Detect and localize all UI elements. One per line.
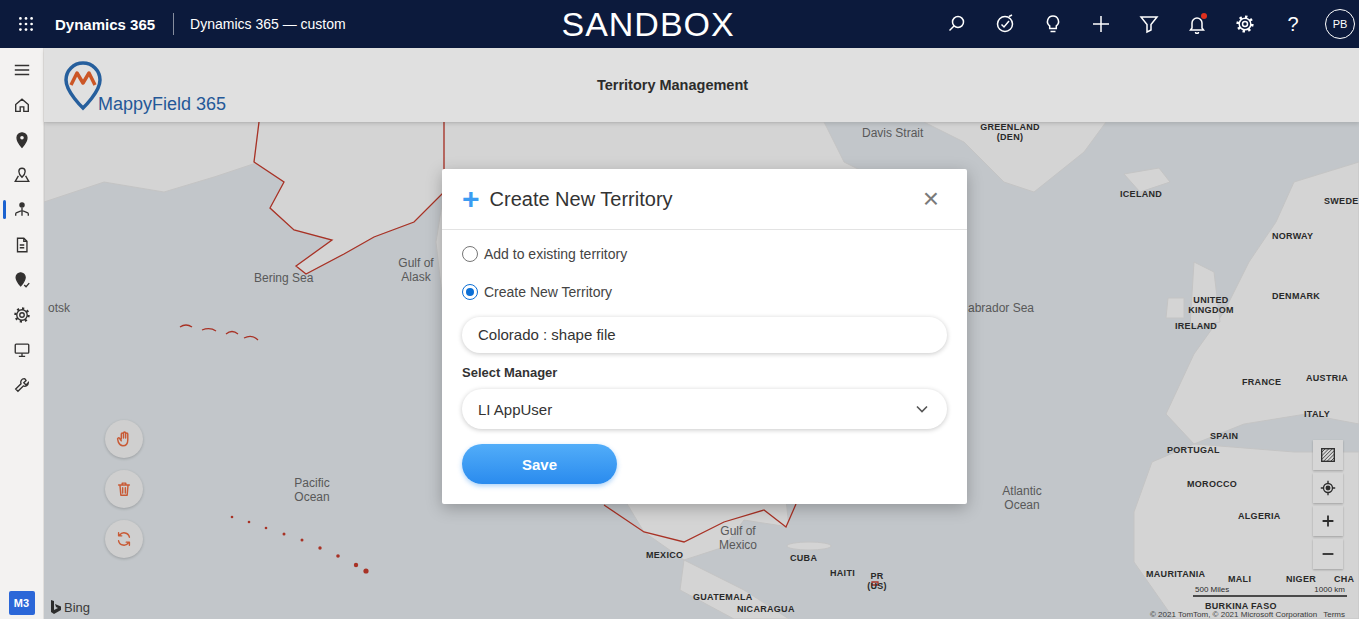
divider: [173, 13, 174, 35]
menu-icon: [13, 61, 31, 79]
environment-badge[interactable]: M3: [9, 591, 35, 615]
territory-name-input[interactable]: [462, 317, 947, 353]
idea-icon: [1043, 14, 1063, 34]
sidebar-item[interactable]: [0, 262, 43, 297]
manager-label: Select Manager: [462, 365, 947, 380]
create-territory-dialog: + Create New Territory × Add to existing te…: [442, 169, 967, 504]
help-button[interactable]: ?: [1269, 0, 1317, 48]
chevron-down-icon: [915, 402, 929, 416]
top-bar: Dynamics 365 Dynamics 365 — custom SANDBOX…: [0, 0, 1359, 48]
new-icon: [1091, 14, 1111, 34]
settings-button[interactable]: [1221, 0, 1269, 48]
radio-button[interactable]: [462, 246, 478, 262]
new-button[interactable]: [1077, 0, 1125, 48]
save-button[interactable]: Save: [462, 444, 617, 484]
search-button[interactable]: [933, 0, 981, 48]
sidebar-item[interactable]: [0, 367, 43, 402]
sidebar-item[interactable]: [0, 297, 43, 332]
report-icon: [13, 236, 31, 254]
close-button[interactable]: ×: [923, 185, 939, 213]
user-avatar[interactable]: PB: [1325, 9, 1355, 39]
search-icon: [947, 14, 967, 34]
checkin-icon: [13, 271, 31, 289]
app-name[interactable]: Dynamics 365: [55, 16, 155, 33]
settings-icon: [1235, 14, 1255, 34]
filter-icon: [1139, 14, 1159, 34]
home-icon: [13, 96, 31, 114]
dialog-header: + Create New Territory ×: [442, 169, 967, 230]
manager-select[interactable]: LI AppUser: [462, 389, 947, 429]
pin-icon: [13, 131, 31, 149]
sidebar-item[interactable]: [0, 332, 43, 367]
dialog-title: Create New Territory: [490, 188, 673, 211]
notification-dot: [1201, 13, 1207, 19]
radio-option[interactable]: Create New Territory: [462, 273, 947, 311]
idea-button[interactable]: [1029, 0, 1077, 48]
app-window: Dynamics 365 Dynamics 365 — custom SANDBOX…: [0, 0, 1359, 619]
notifications-button[interactable]: [1173, 0, 1221, 48]
add-icon: +: [462, 184, 480, 214]
sidebar-item[interactable]: [0, 87, 43, 122]
radio-option[interactable]: Add to existing territory: [462, 235, 947, 273]
app-launcher-icon[interactable]: [14, 12, 38, 36]
radio-button[interactable]: [462, 284, 478, 300]
route-icon: [13, 166, 31, 184]
task-icon: [995, 14, 1015, 34]
sidebar-item[interactable]: [0, 192, 43, 227]
sidebar-item[interactable]: [0, 122, 43, 157]
task-button[interactable]: [981, 0, 1029, 48]
sidebar-item[interactable]: [0, 52, 43, 87]
territory-icon: [13, 201, 31, 219]
area-name[interactable]: Dynamics 365 — custom: [190, 16, 346, 32]
monitor-icon: [13, 341, 31, 359]
environment-label: SANDBOX: [561, 0, 734, 48]
sidebar-item[interactable]: [0, 227, 43, 262]
filter-button[interactable]: [1125, 0, 1173, 48]
tools-icon: [13, 376, 31, 394]
settings-icon: [13, 306, 31, 324]
sidebar-item[interactable]: [0, 157, 43, 192]
sidebar: M3: [0, 48, 44, 619]
